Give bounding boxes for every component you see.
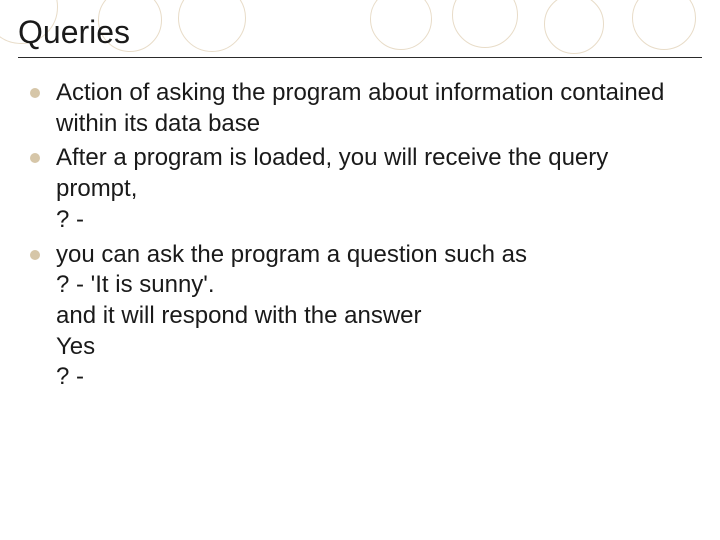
title-container: Queries xyxy=(18,14,702,58)
bullet-icon xyxy=(30,250,40,260)
bullet-text: you can ask the program a question such … xyxy=(56,240,527,394)
bullet-text: After a program is loaded, you will rece… xyxy=(56,143,690,235)
bullet-text: Action of asking the program about infor… xyxy=(56,78,690,139)
bullet-icon xyxy=(30,88,40,98)
list-item: After a program is loaded, you will rece… xyxy=(30,143,690,235)
bullet-list: Action of asking the program about infor… xyxy=(30,78,690,397)
page-title: Queries xyxy=(18,14,702,51)
bullet-icon xyxy=(30,153,40,163)
list-item: you can ask the program a question such … xyxy=(30,240,690,394)
list-item: Action of asking the program about infor… xyxy=(30,78,690,139)
